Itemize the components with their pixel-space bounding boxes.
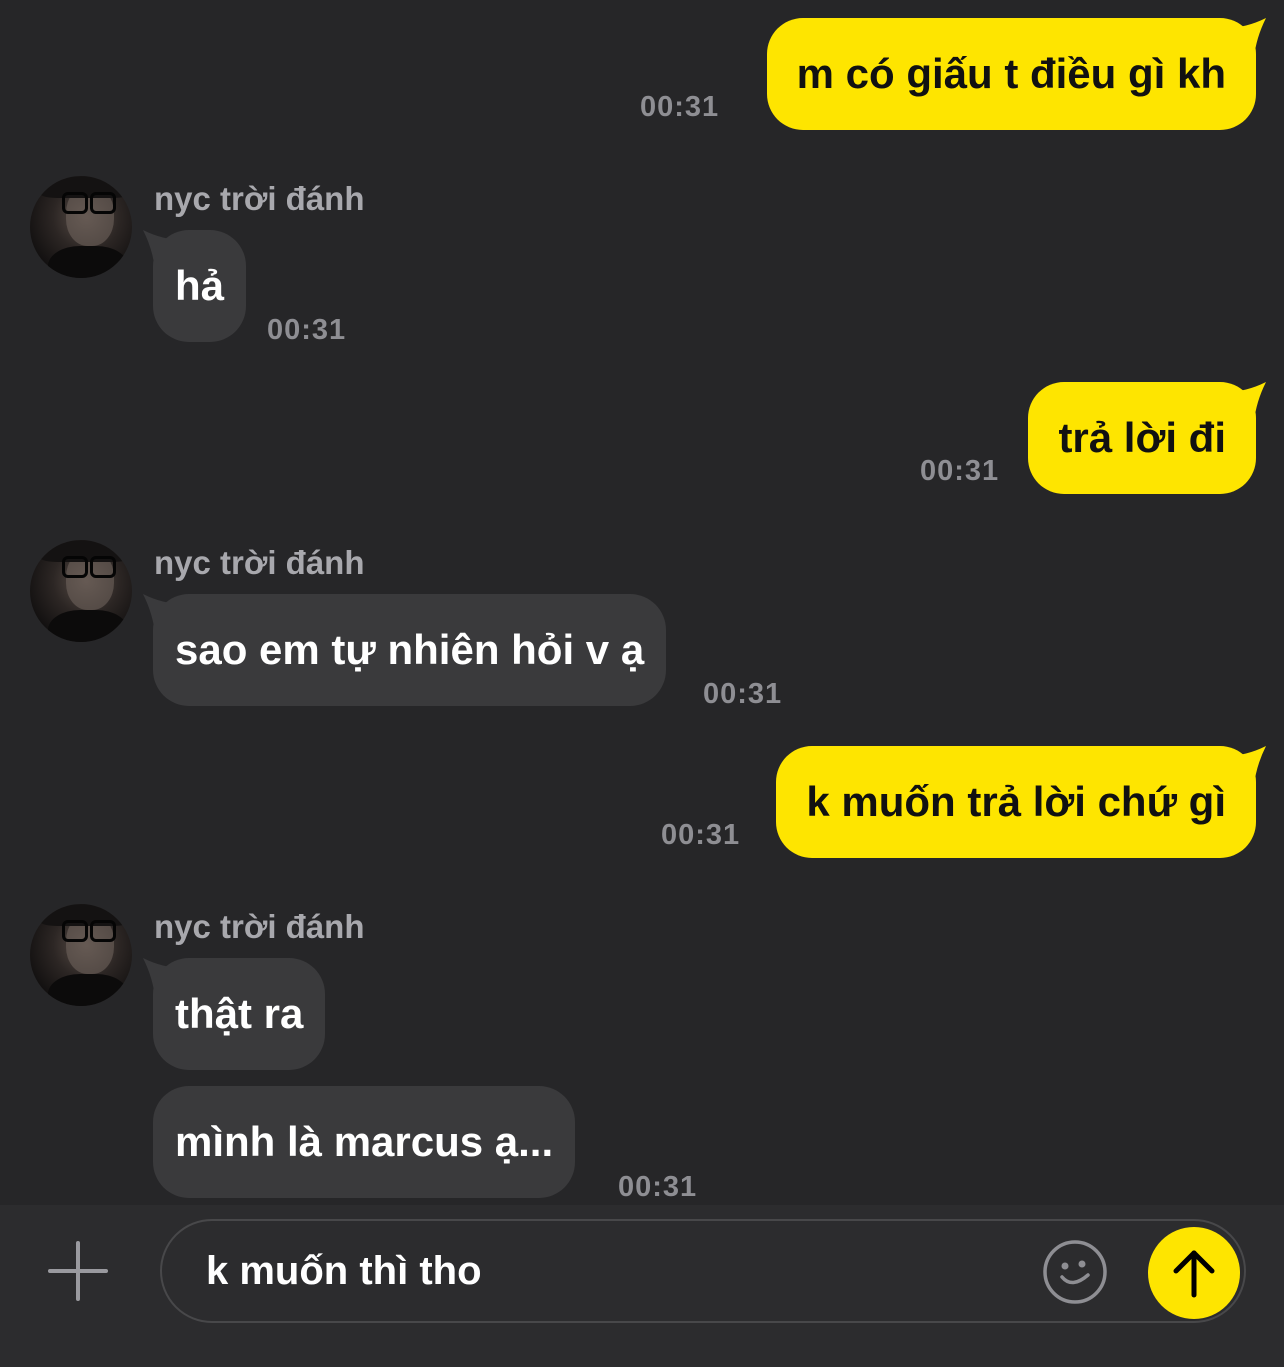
message-bubble[interactable]: thật ra [153, 958, 326, 1070]
chat-log[interactable]: 00:31 m có giấu t điều gì kh nyc trời đá… [0, 0, 1284, 1205]
message-bubble[interactable]: m có giấu t điều gì kh [766, 18, 1256, 130]
sender-name: nyc trời đánh [154, 908, 365, 945]
message-time: 00:31 [661, 819, 741, 851]
contact-avatar[interactable] [30, 540, 132, 642]
contact-avatar[interactable] [30, 176, 132, 278]
message-time: 00:31 [703, 678, 783, 710]
message-time: 00:31 [920, 455, 1000, 487]
sender-name: nyc trời đánh [154, 180, 365, 217]
send-button[interactable] [1148, 1227, 1240, 1319]
message-draft[interactable]: k muốn thì tho [206, 1221, 482, 1321]
plus-icon[interactable] [48, 1241, 108, 1301]
sender-name: nyc trời đánh [154, 544, 365, 581]
message-composer: k muốn thì tho [0, 1205, 1284, 1367]
message-bubble[interactable]: mình là marcus ạ... [153, 1086, 576, 1198]
message-bubble[interactable]: trả lời đi [1028, 382, 1256, 494]
message-time: 00:31 [640, 91, 720, 123]
message-time: 00:31 [267, 314, 347, 346]
message-input[interactable]: k muốn thì tho [160, 1219, 1246, 1323]
emoji-icon[interactable] [1042, 1239, 1108, 1305]
contact-avatar[interactable] [30, 904, 132, 1006]
message-bubble[interactable]: hả [153, 230, 247, 342]
message-bubble[interactable]: sao em tự nhiên hỏi v ạ [153, 594, 667, 706]
message-bubble[interactable]: k muốn trả lời chứ gì [776, 746, 1256, 858]
arrow-up-icon [1173, 1250, 1215, 1298]
message-time: 00:31 [618, 1171, 698, 1203]
